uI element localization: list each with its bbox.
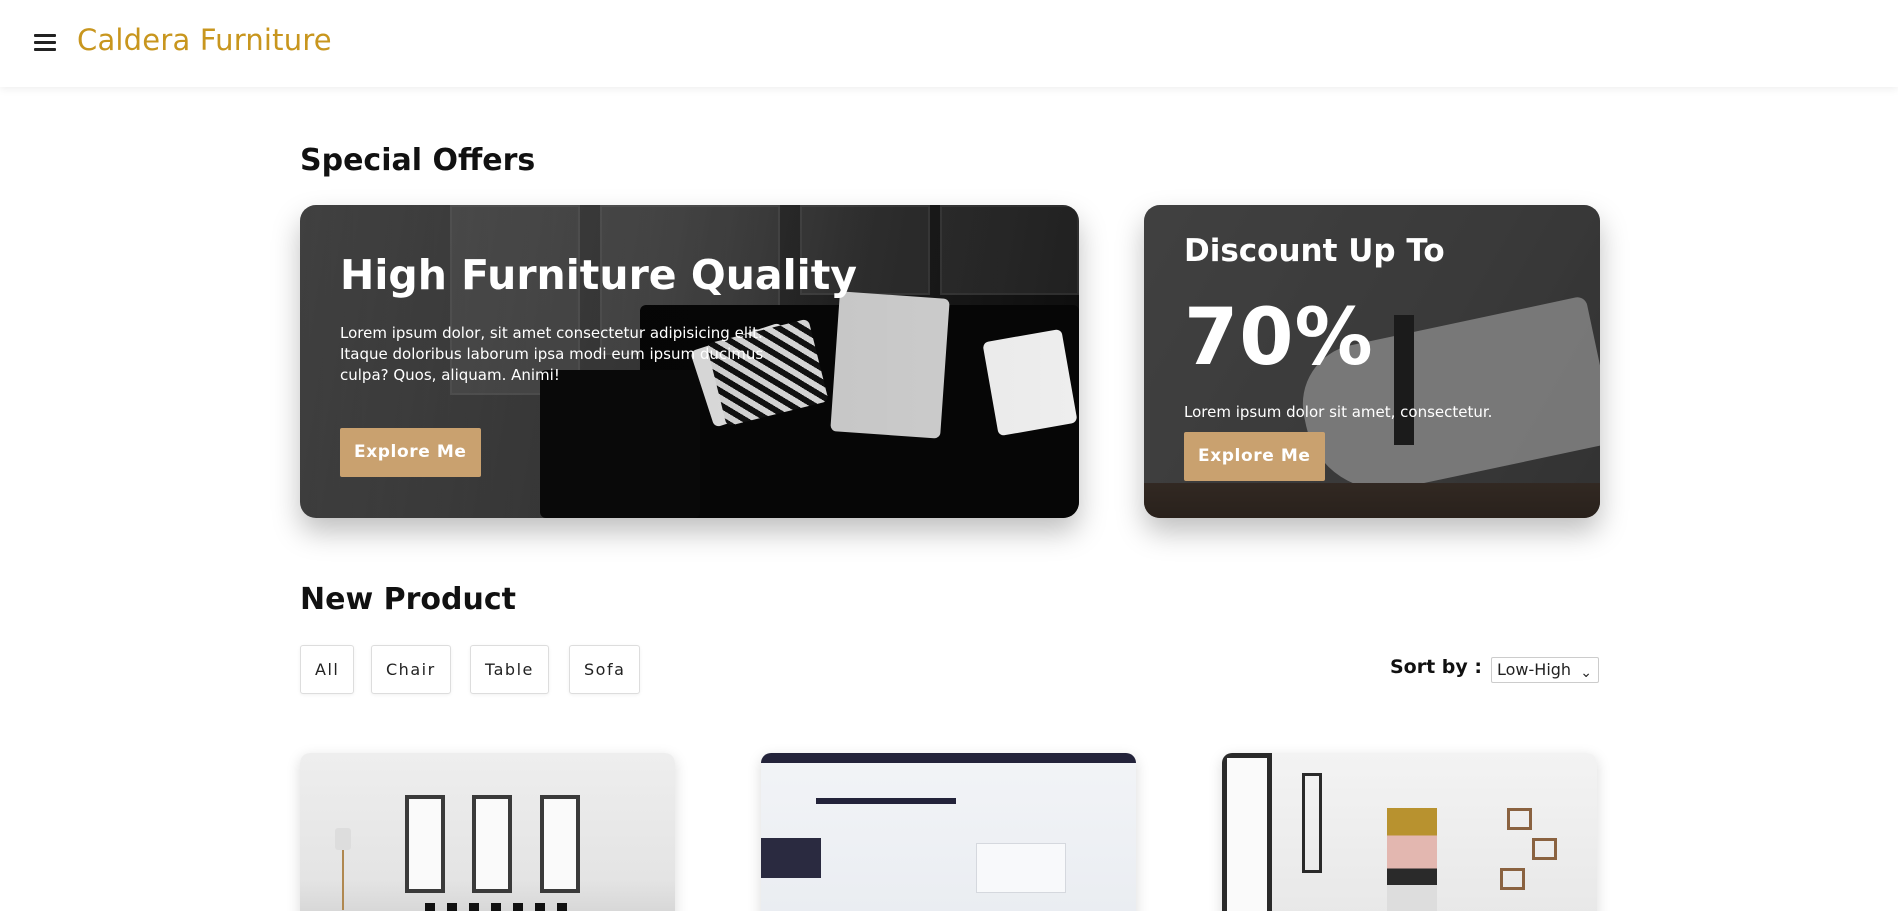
discount-explore-button[interactable]: Explore Me [1184,432,1325,481]
sort-select-value: Low-High [1497,660,1572,679]
discount-heading: Discount Up To [1184,233,1445,269]
main-offer-text-line: Lorem ipsum dolor, sit amet consectetur … [340,324,763,342]
whiteboard-decor [976,843,1066,893]
top-navbar: Caldera Furniture [0,0,1898,87]
product-card[interactable] [1222,753,1597,911]
sort-by-label: Sort by : [1390,656,1483,678]
filter-table-button[interactable]: Table [470,645,549,694]
wall-shelf-decor [1500,868,1525,890]
chevron-down-icon: ⌄ [1580,665,1592,681]
product-card[interactable] [300,753,675,911]
window-decor [1222,753,1272,911]
main-offer-explore-button[interactable]: Explore Me [340,428,481,477]
product-card[interactable] [761,753,1136,911]
main-offer-text-line: culpa? Quos, aliquam. Animi! [340,366,560,384]
filter-all-button[interactable]: All [300,645,355,694]
brand-logo[interactable]: Caldera Furniture [77,23,332,57]
lamp-decor [335,828,351,850]
window-decor [540,795,580,893]
sort-select[interactable]: Low-High ⌄ [1491,657,1599,683]
window-decor [405,795,445,893]
light-fixture-decor [816,798,956,804]
discount-offer-card: Discount Up To 70% Lorem ipsum dolor sit… [1144,205,1600,518]
chairs-decor [425,903,575,911]
window-decor [472,795,512,893]
wall-art-decor [1387,808,1437,911]
ceiling-beam-decor [761,753,1136,763]
filter-chair-button[interactable]: Chair [371,645,451,694]
main-offer-card: High Furniture Quality Lorem ipsum dolor… [300,205,1079,518]
wall-shelf-decor [1532,838,1557,860]
main-offer-text-line: Itaque doloribus laborum ipsa modi eum i… [340,345,764,363]
window-decor [1302,773,1322,873]
tv-screen-decor [761,838,821,878]
wall-shelf-decor [1507,808,1532,830]
lamp-stand-decor [342,850,344,910]
filter-sofa-button[interactable]: Sofa [569,645,641,694]
special-offers-title: Special Offers [300,143,536,178]
hamburger-menu-icon[interactable] [34,34,56,52]
new-product-title: New Product [300,582,516,617]
discount-text: Lorem ipsum dolor sit amet, consectetur. [1184,403,1493,421]
main-offer-heading: High Furniture Quality [340,251,858,299]
discount-percent: 70% [1184,293,1374,383]
